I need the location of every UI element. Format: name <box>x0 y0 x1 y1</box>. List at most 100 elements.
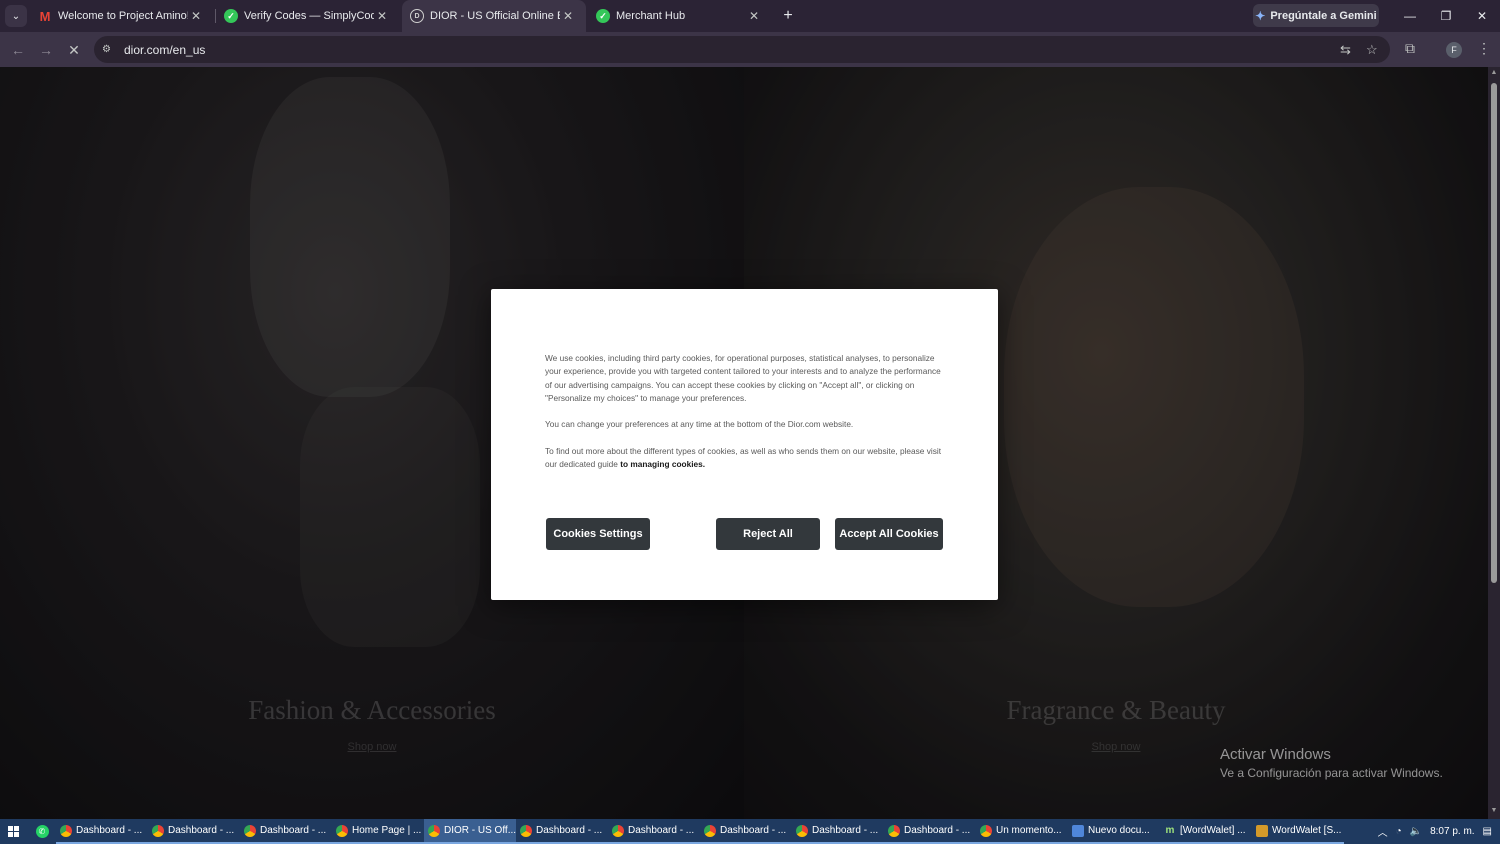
shop-now-fashion-link[interactable]: Shop now <box>272 741 472 753</box>
taskbar-item[interactable]: Dashboard - ... <box>792 819 884 844</box>
cookie-text-guide: To find out more about the different typ… <box>545 445 945 472</box>
scroll-up-icon[interactable]: ▲ <box>1490 69 1498 76</box>
cookie-text-purposes: We use cookies, including third party co… <box>545 353 941 403</box>
translate-icon[interactable]: ⇆ <box>1340 42 1351 58</box>
extensions-icon[interactable]: ⧉ <box>1405 40 1415 57</box>
chrome-icon <box>520 824 532 837</box>
reject-all-button[interactable]: Reject All <box>716 518 820 550</box>
simplycodes-icon: ✓ <box>224 9 238 23</box>
chrome-icon <box>336 824 348 837</box>
windows-taskbar: ✆ Dashboard - ... Dashboard - ... Dashbo… <box>0 819 1500 844</box>
whatsapp-icon: ✆ <box>35 825 49 838</box>
dior-icon: D <box>410 9 424 23</box>
taskbar-item-label: Nuevo docu... <box>1088 825 1150 836</box>
chrome-icon <box>612 824 624 837</box>
url-text[interactable]: dior.com/en_us <box>124 43 205 57</box>
taskbar-item[interactable]: Home Page | ... <box>332 819 424 844</box>
system-tray: ︿ ◔ 🔈 8:07 p. m. ▤ <box>1378 819 1500 844</box>
document-icon <box>1072 824 1084 837</box>
gemini-label: Pregúntale a Gemini <box>1270 9 1377 22</box>
chrome-icon <box>796 824 808 837</box>
taskbar-item-label: Dashboard - ... <box>168 825 235 836</box>
taskbar-item[interactable]: WordWalet [S... <box>1252 819 1344 844</box>
chevron-up-icon[interactable]: ︿ <box>1378 824 1388 839</box>
chrome-icon <box>60 824 72 837</box>
volume-icon[interactable]: 🔈 <box>1410 826 1422 837</box>
taskbar-item[interactable]: Dashboard - ... <box>700 819 792 844</box>
close-window-button[interactable]: ✕ <box>1464 0 1500 32</box>
tab-search-button[interactable]: ⌄ <box>5 5 27 27</box>
simplycodes-icon: ✓ <box>596 9 610 23</box>
tab-simplycodes[interactable]: ✓ Verify Codes — SimplyCodes ✕ <box>216 0 400 32</box>
taskbar-item-label: Home Page | ... <box>352 825 422 836</box>
taskbar-item[interactable]: Dashboard - ... <box>608 819 700 844</box>
browser-toolbar: ← → ✕ ⚙ dior.com/en_us ⇆ ☆ ⧉ ⋮ <box>0 32 1500 67</box>
tab-gmail[interactable]: M Welcome to Project Amino! - fr ✕ <box>30 0 214 32</box>
watermark-title: Activar Windows <box>1220 746 1331 763</box>
stop-loading-button[interactable]: ✕ <box>64 40 84 60</box>
taskbar-item[interactable]: Dashboard - ... <box>884 819 976 844</box>
close-tab-icon[interactable]: ✕ <box>560 9 576 23</box>
page-scrollbar[interactable]: ▲ ▼ <box>1488 67 1500 819</box>
scrollbar-thumb[interactable] <box>1491 83 1497 583</box>
more-menu-icon[interactable]: ⋮ <box>1477 40 1491 57</box>
site-info-icon[interactable]: ⚙ <box>102 44 116 55</box>
chrome-icon <box>704 824 716 837</box>
gemini-button[interactable]: ✦ Pregúntale a Gemini <box>1253 4 1379 27</box>
minimize-button[interactable]: — <box>1392 0 1428 32</box>
tab-title: Merchant Hub <box>616 10 686 22</box>
taskbar-item-label: Dashboard - ... <box>260 825 327 836</box>
close-tab-icon[interactable]: ✕ <box>188 9 204 23</box>
forward-button[interactable]: → <box>36 40 56 60</box>
taskbar-item[interactable]: Dashboard - ... <box>148 819 240 844</box>
address-bar[interactable]: ⚙ dior.com/en_us ⇆ ☆ <box>94 36 1390 63</box>
category-fashion-title[interactable]: Fashion & Accessories <box>122 695 622 726</box>
profile-avatar[interactable]: F <box>1446 42 1462 58</box>
bookmark-star-icon[interactable]: ☆ <box>1366 42 1378 58</box>
chrome-icon <box>428 824 440 837</box>
taskbar-item-label: WordWalet [S... <box>1272 825 1342 836</box>
chrome-icon <box>980 824 992 837</box>
cookie-consent-dialog: We use cookies, including third party co… <box>491 289 998 600</box>
category-beauty-title[interactable]: Fragrance & Beauty <box>866 695 1366 726</box>
taskbar-item-label: Dashboard - ... <box>628 825 695 836</box>
taskbar-item[interactable]: Un momento... <box>976 819 1068 844</box>
clock[interactable]: 8:07 p. m. <box>1430 826 1474 837</box>
taskbar-item[interactable]: Dashboard - ... <box>56 819 148 844</box>
managing-cookies-link[interactable]: to managing cookies. <box>620 459 705 469</box>
whatsapp-taskbar-button[interactable]: ✆ <box>28 819 56 844</box>
tab-dior[interactable]: D DIOR - US Official Online Bouti ✕ <box>402 0 586 32</box>
windows-activation-watermark: Activar Windows Ve a Configuración para … <box>1220 746 1443 780</box>
cookie-guide-text: To find out more about the different typ… <box>545 446 942 470</box>
taskbar-item[interactable]: Dashboard - ... <box>516 819 608 844</box>
accept-all-cookies-button[interactable]: Accept All Cookies <box>835 518 943 550</box>
chrome-icon <box>244 824 256 837</box>
arrow-right-icon: → <box>39 42 53 58</box>
tab-merchant-hub[interactable]: ✓ Merchant Hub ✕ <box>588 0 772 32</box>
close-tab-icon[interactable]: ✕ <box>374 9 390 23</box>
tab-title: DIOR - US Official Online Bouti <box>430 10 560 22</box>
wordwalet-m-icon: m <box>1165 824 1175 836</box>
taskbar-item-label: Dashboard - ... <box>76 825 143 836</box>
chrome-icon <box>888 824 900 837</box>
chevron-down-icon: ⌄ <box>11 10 21 22</box>
start-button[interactable] <box>0 819 28 844</box>
back-button[interactable]: ← <box>8 40 28 60</box>
wordwalet-app-icon <box>1256 824 1268 837</box>
close-tab-icon[interactable]: ✕ <box>746 9 762 23</box>
taskbar-item[interactable]: m [WordWalet] ... <box>1160 819 1252 844</box>
restore-button[interactable]: ❐ <box>1428 0 1464 32</box>
restore-icon: ❐ <box>1440 9 1452 23</box>
taskbar-item[interactable]: Nuevo docu... <box>1068 819 1160 844</box>
notifications-icon[interactable]: ▤ <box>1483 826 1492 837</box>
taskbar-item[interactable]: Dashboard - ... <box>240 819 332 844</box>
tab-title: Welcome to Project Amino! - fr <box>58 10 188 22</box>
new-tab-button[interactable]: + <box>778 6 798 26</box>
windows-logo-icon <box>8 825 20 838</box>
network-icon[interactable]: ◔ <box>1396 826 1402 837</box>
taskbar-item-label: Dashboard - ... <box>536 825 603 836</box>
shop-now-beauty-link[interactable]: Shop now <box>1016 741 1216 753</box>
scroll-down-icon[interactable]: ▼ <box>1490 807 1498 814</box>
cookies-settings-button[interactable]: Cookies Settings <box>546 518 650 550</box>
taskbar-item-active[interactable]: DIOR - US Off... <box>424 819 516 844</box>
